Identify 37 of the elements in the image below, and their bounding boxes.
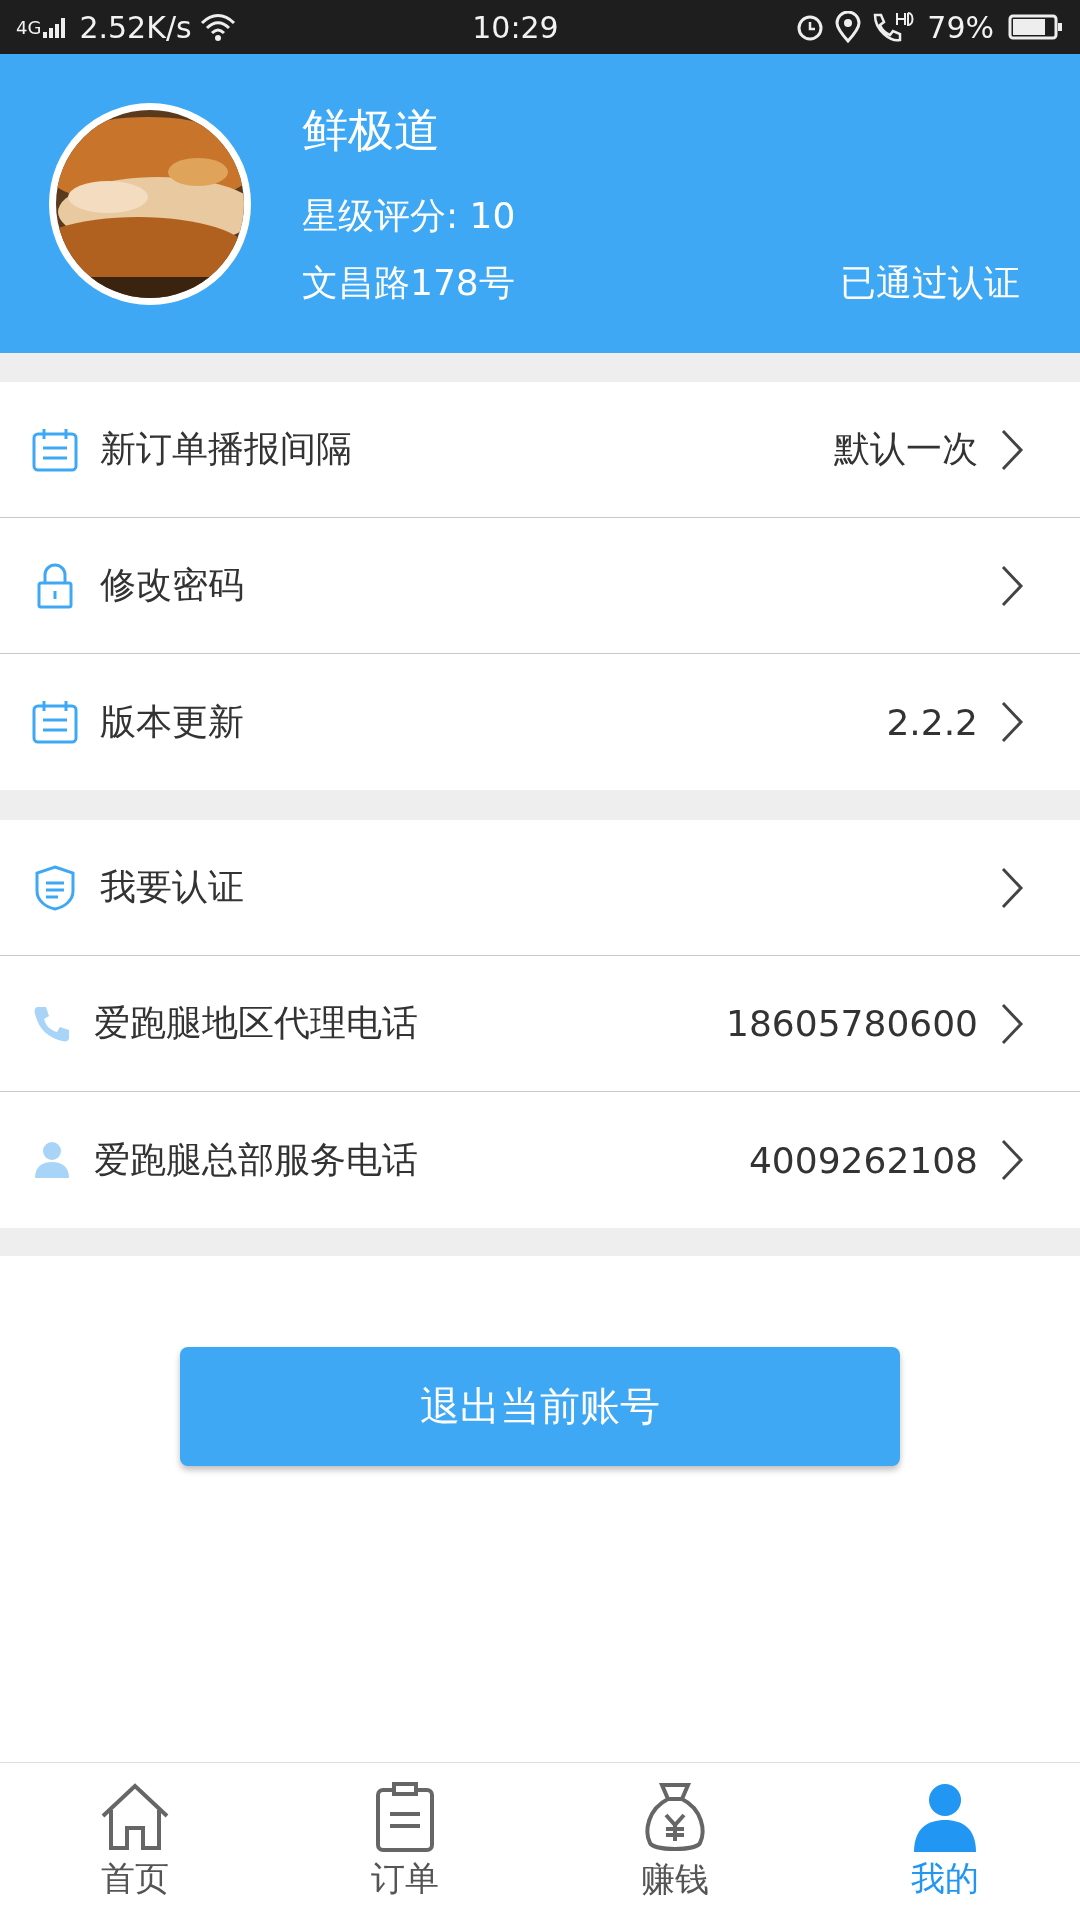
battery-icon <box>1008 13 1064 41</box>
row-value: 18605780600 <box>726 1003 978 1044</box>
clock-time: 10:29 <box>472 9 559 45</box>
network-speed: 2.52K/s <box>79 9 192 45</box>
chevron-right-icon <box>1000 1001 1024 1046</box>
row-label: 新订单播报间隔 <box>100 427 353 471</box>
row-value: 2.2.2 <box>886 701 978 743</box>
wifi-icon <box>199 13 236 41</box>
verification-status: 已通过认证 <box>840 260 1020 305</box>
row-label: 版本更新 <box>100 699 245 744</box>
row-label: 修改密码 <box>100 563 245 607</box>
battery-percent: 79% <box>927 9 994 45</box>
person-icon <box>32 1140 72 1180</box>
tab-item[interactable]: 订单 <box>270 1763 540 1920</box>
chevron-right-icon <box>1000 563 1024 608</box>
chevron-right-icon <box>1000 700 1024 744</box>
tab-item[interactable]: 赚钱 <box>540 1763 810 1920</box>
tab-item[interactable]: 首页 <box>0 1763 270 1920</box>
calendar-icon <box>32 700 78 744</box>
hd-call-icon <box>871 11 916 43</box>
row-label: 爱跑腿总部服务电话 <box>94 1137 419 1182</box>
store-address: 文昌路178号 <box>302 260 515 305</box>
store-name: 鲜极道 <box>302 101 441 159</box>
person-icon <box>912 1781 978 1852</box>
location-icon <box>835 11 862 43</box>
calendar-icon <box>32 427 78 472</box>
home-icon <box>99 1781 171 1852</box>
network-type: 4G <box>16 16 42 38</box>
row-label: 我要认证 <box>100 865 245 909</box>
row-value: 默认一次 <box>834 427 978 471</box>
score-label: 星级评分: 10 <box>302 193 517 238</box>
clipboard-icon <box>374 1781 436 1852</box>
row-value: 4009262108 <box>748 1139 978 1181</box>
chevron-right-icon <box>1000 427 1024 472</box>
row-label: 爱跑腿地区代理电话 <box>94 1001 419 1045</box>
chevron-right-icon <box>1000 865 1024 910</box>
chevron-right-icon <box>1000 1138 1024 1182</box>
